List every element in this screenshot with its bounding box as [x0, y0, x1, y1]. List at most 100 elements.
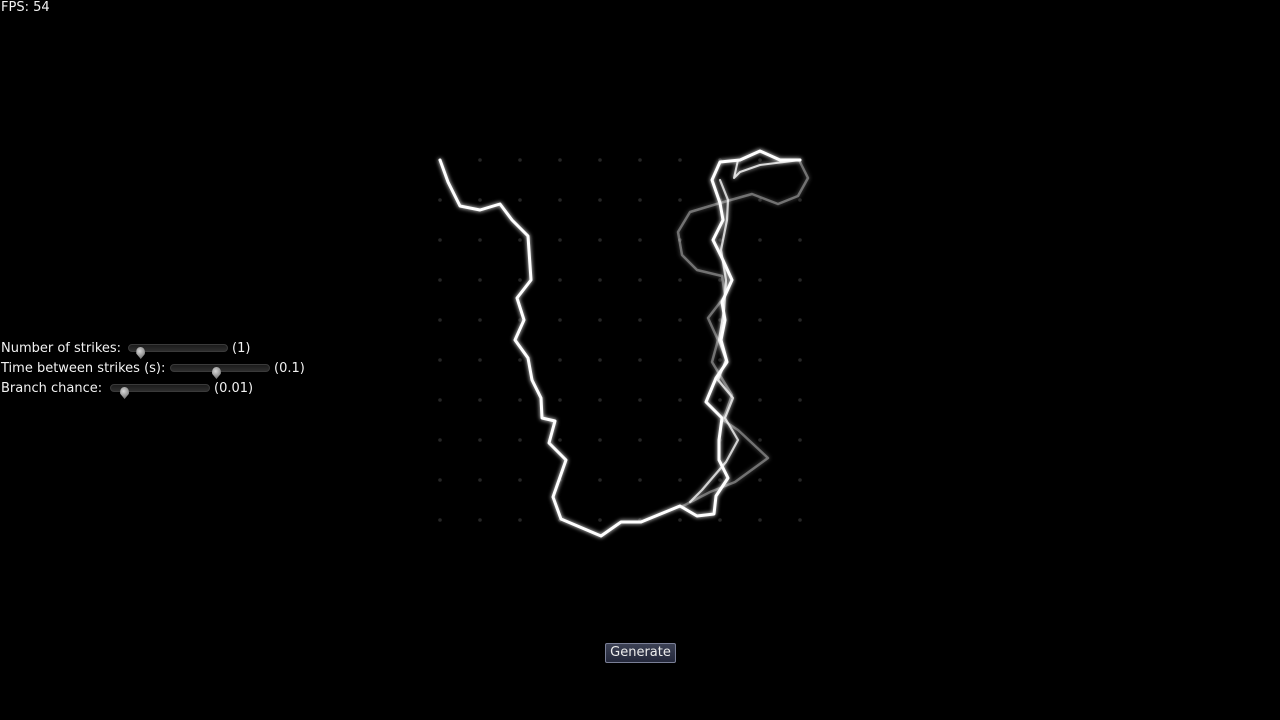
grid-dot	[798, 358, 802, 362]
grid-dot	[478, 478, 482, 482]
grid-dot	[558, 358, 562, 362]
grid-dot	[678, 158, 682, 162]
grid-dot	[478, 238, 482, 242]
grid-dot	[598, 358, 602, 362]
grid-dot	[678, 478, 682, 482]
grid-dot	[638, 238, 642, 242]
main-strike	[438, 149, 802, 538]
grid-dot	[758, 238, 762, 242]
grid-dot	[678, 518, 682, 522]
grid-dot	[678, 278, 682, 282]
grid-dot	[558, 198, 562, 202]
grid-dot	[638, 358, 642, 362]
grid-dot	[518, 398, 522, 402]
strikes-slider[interactable]	[128, 344, 228, 359]
branch-label: Branch chance:	[1, 381, 103, 396]
grid-dot	[798, 438, 802, 442]
grid-dot	[798, 478, 802, 482]
grid-dot	[518, 318, 522, 322]
grid-dot	[758, 438, 762, 442]
grid-dot	[758, 358, 762, 362]
grid-dot	[678, 438, 682, 442]
grid-dot	[518, 278, 522, 282]
grid-dot	[518, 478, 522, 482]
lightning-bolts	[438, 149, 810, 538]
grid-dot	[678, 198, 682, 202]
grid-dot	[518, 158, 522, 162]
grid-dot	[518, 198, 522, 202]
grid-dot	[598, 158, 602, 162]
grid-dot	[638, 278, 642, 282]
branch-strike	[688, 178, 740, 504]
grid-dot	[638, 398, 642, 402]
grid-dot	[758, 318, 762, 322]
grid-dot	[798, 198, 802, 202]
grid-dot	[758, 158, 762, 162]
grid-dot	[518, 438, 522, 442]
grid-dot	[638, 438, 642, 442]
grid-dot	[558, 158, 562, 162]
strikes-value: (1)	[232, 341, 251, 356]
grid-dot	[598, 518, 602, 522]
grid-dot	[718, 518, 722, 522]
faded-strike	[676, 158, 810, 508]
grid-dot	[478, 438, 482, 442]
generate-button[interactable]: Generate	[605, 643, 676, 663]
strikes-label: Number of strikes:	[1, 341, 122, 356]
grid-dot	[598, 438, 602, 442]
lightning-scene: FPS: 54 Number of strikes: (1) Time betw…	[0, 0, 1280, 720]
grid-dot	[718, 358, 722, 362]
grid-dot	[478, 358, 482, 362]
grid-dot	[638, 478, 642, 482]
grid-dot	[438, 518, 442, 522]
grid-dot	[678, 358, 682, 362]
grid-dot	[558, 398, 562, 402]
grid-dot	[798, 398, 802, 402]
grid-dot	[478, 198, 482, 202]
grid-dot	[438, 438, 442, 442]
grid-dot	[558, 438, 562, 442]
grid-dot	[638, 158, 642, 162]
grid-dot	[598, 478, 602, 482]
time-slider[interactable]	[170, 364, 270, 379]
grid-dot	[478, 158, 482, 162]
grid-dot	[518, 238, 522, 242]
grid-dot	[598, 398, 602, 402]
grid-dot	[798, 238, 802, 242]
grid-dot	[758, 518, 762, 522]
grid-dot	[518, 518, 522, 522]
grid-dot	[558, 278, 562, 282]
grid-dot	[478, 278, 482, 282]
grid-dot	[598, 318, 602, 322]
grid-dot	[718, 238, 722, 242]
grid-dot	[438, 238, 442, 242]
grid-dot	[798, 318, 802, 322]
grid-dot	[558, 238, 562, 242]
grid-dot	[478, 398, 482, 402]
branch-value: (0.01)	[214, 381, 254, 396]
lightning-canvas	[438, 149, 810, 538]
grid-dot	[598, 278, 602, 282]
grid-dot	[758, 278, 762, 282]
grid-dot	[798, 518, 802, 522]
grid-dot	[598, 238, 602, 242]
grid-dot	[798, 278, 802, 282]
grid-dot	[438, 318, 442, 322]
grid-dot	[438, 358, 442, 362]
grid-dot	[518, 358, 522, 362]
grid-dot	[598, 198, 602, 202]
fps-counter: FPS: 54	[1, 0, 50, 15]
grid-dot	[438, 398, 442, 402]
grid-dot	[478, 518, 482, 522]
grid-dot	[438, 478, 442, 482]
grid-dot	[638, 198, 642, 202]
grid-dot	[758, 478, 762, 482]
grid-dot	[758, 398, 762, 402]
grid-dot	[478, 318, 482, 322]
grid-dot	[558, 318, 562, 322]
time-label: Time between strikes (s):	[1, 361, 166, 376]
grid-dot	[438, 278, 442, 282]
grid-dot	[718, 398, 722, 402]
time-value: (0.1)	[274, 361, 305, 376]
branch-slider[interactable]	[110, 384, 210, 399]
